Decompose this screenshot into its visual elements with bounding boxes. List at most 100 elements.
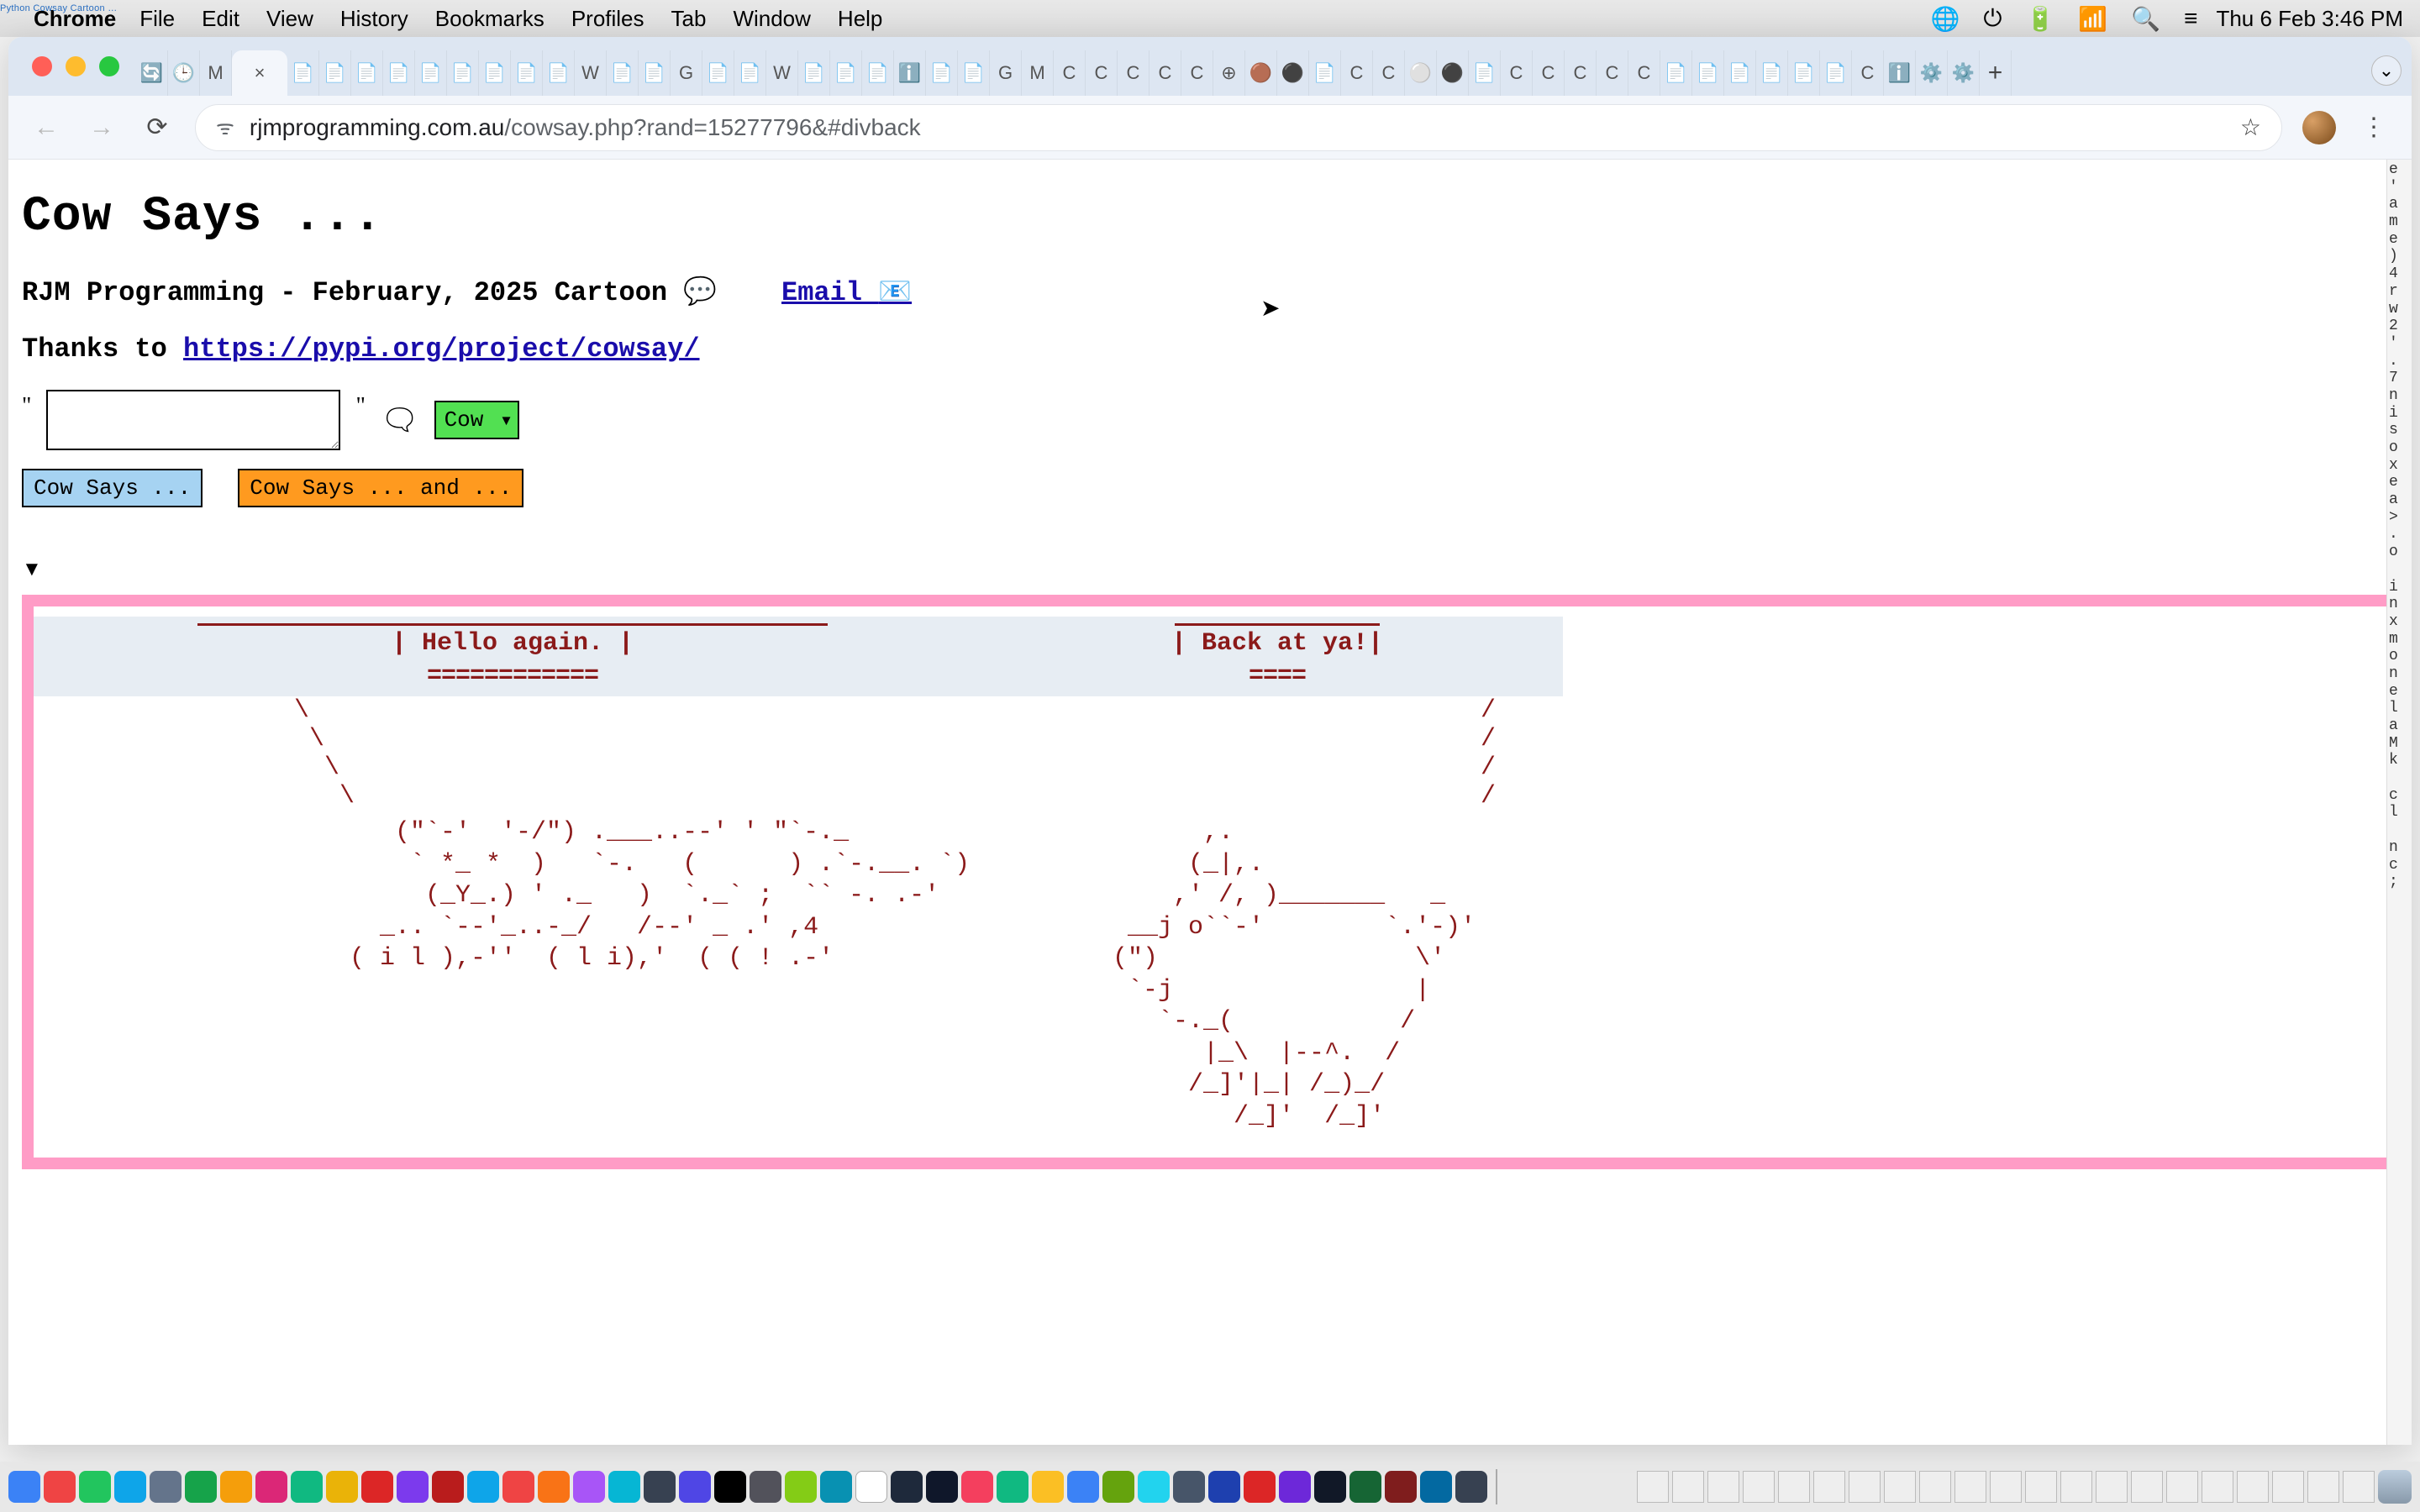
dock-minimized-window[interactable]: [2025, 1471, 2057, 1503]
tab-item[interactable]: 📄: [287, 50, 319, 96]
menu-history[interactable]: History: [340, 6, 408, 32]
dock-app-icon[interactable]: [44, 1471, 76, 1503]
tab-pinned[interactable]: 🕒: [168, 50, 200, 96]
dock-finder-icon[interactable]: [8, 1471, 40, 1503]
tab-item[interactable]: 📄: [926, 50, 958, 96]
details-disclosure[interactable]: ▼: [22, 558, 2398, 581]
dock-trash-icon[interactable]: [2378, 1470, 2412, 1504]
new-tab-button[interactable]: +: [1980, 50, 2012, 96]
dock-minimized-window[interactable]: [1954, 1471, 1986, 1503]
dock-app-icon[interactable]: [679, 1471, 711, 1503]
dock-minimized-window[interactable]: [2237, 1471, 2269, 1503]
dock-app-icon[interactable]: [467, 1471, 499, 1503]
dock-app-icon[interactable]: [502, 1471, 534, 1503]
tab-item[interactable]: C: [1054, 50, 1086, 96]
cow-says-and-button[interactable]: Cow Says ... and ...: [238, 469, 523, 507]
dock-minimized-window[interactable]: [2202, 1471, 2233, 1503]
dock-app-icon[interactable]: [1314, 1471, 1346, 1503]
dock-app-icon[interactable]: [397, 1471, 429, 1503]
menu-view[interactable]: View: [266, 6, 313, 32]
dock-minimized-window[interactable]: [2343, 1471, 2375, 1503]
dock-minimized-window[interactable]: [2096, 1471, 2128, 1503]
tab-item[interactable]: C: [1597, 50, 1628, 96]
dock-minimized-window[interactable]: [2060, 1471, 2092, 1503]
dock-app-icon[interactable]: [961, 1471, 993, 1503]
tab-item[interactable]: C: [1150, 50, 1181, 96]
tab-item[interactable]: 📄: [734, 50, 766, 96]
minimize-window-button[interactable]: [66, 56, 86, 76]
tab-item[interactable]: C: [1501, 50, 1533, 96]
tab-item[interactable]: C: [1341, 50, 1373, 96]
menubar-clock[interactable]: Thu 6 Feb 3:46 PM: [2216, 6, 2403, 32]
dock-app-icon[interactable]: [644, 1471, 676, 1503]
dock-app-icon[interactable]: [1102, 1471, 1134, 1503]
tab-item[interactable]: ⚪: [1405, 50, 1437, 96]
dock-app-icon[interactable]: [855, 1471, 887, 1503]
dock-minimized-window[interactable]: [1884, 1471, 1916, 1503]
tab-item[interactable]: M: [1022, 50, 1054, 96]
speech-icon[interactable]: 🗨: [381, 402, 419, 438]
dock-app-icon[interactable]: [1173, 1471, 1205, 1503]
message-textarea[interactable]: [46, 390, 340, 450]
menu-file[interactable]: File: [139, 6, 175, 32]
tab-item[interactable]: ⚙️: [1948, 50, 1980, 96]
dock-app-icon[interactable]: [255, 1471, 287, 1503]
tab-item[interactable]: ⚫: [1437, 50, 1469, 96]
tab-item[interactable]: C: [1373, 50, 1405, 96]
tab-active[interactable]: ×: [232, 50, 287, 96]
dock-app-icon[interactable]: [785, 1471, 817, 1503]
tab-item[interactable]: ⊕: [1213, 50, 1245, 96]
dock-minimized-window[interactable]: [2272, 1471, 2304, 1503]
spotlight-icon[interactable]: 🔍: [2131, 5, 2160, 33]
tab-item[interactable]: 📄: [415, 50, 447, 96]
dock-minimized-window[interactable]: [1990, 1471, 2022, 1503]
dock-app-icon[interactable]: [1208, 1471, 1240, 1503]
tab-item[interactable]: 📄: [351, 50, 383, 96]
tab-item[interactable]: C: [1086, 50, 1118, 96]
tab-item[interactable]: 📄: [447, 50, 479, 96]
tab-item[interactable]: W: [766, 50, 798, 96]
dock-app-icon[interactable]: [750, 1471, 781, 1503]
dock-minimized-window[interactable]: [1919, 1471, 1951, 1503]
dock-app-icon[interactable]: [150, 1471, 182, 1503]
tab-item[interactable]: 📄: [383, 50, 415, 96]
dock-app-icon[interactable]: [538, 1471, 570, 1503]
tab-item[interactable]: C: [1628, 50, 1660, 96]
tab-item[interactable]: 📄: [862, 50, 894, 96]
chrome-menu-button[interactable]: ⋮: [2356, 110, 2391, 145]
tab-item[interactable]: 📄: [830, 50, 862, 96]
dock-app-icon[interactable]: [820, 1471, 852, 1503]
reload-button[interactable]: ⟳: [139, 110, 175, 145]
tab-item[interactable]: 📄: [1788, 50, 1820, 96]
app-menu[interactable]: Chrome: [34, 6, 116, 32]
tab-item[interactable]: ℹ️: [894, 50, 926, 96]
tab-item[interactable]: 📄: [702, 50, 734, 96]
dock-minimized-window[interactable]: [2131, 1471, 2163, 1503]
dock-app-icon[interactable]: [1032, 1471, 1064, 1503]
dock-app-icon[interactable]: [291, 1471, 323, 1503]
tab-item[interactable]: ⚫: [1277, 50, 1309, 96]
bookmark-star-icon[interactable]: ☆: [2240, 113, 2261, 141]
tab-item[interactable]: 📄: [1469, 50, 1501, 96]
dock-app-icon[interactable]: [185, 1471, 217, 1503]
tab-pinned[interactable]: 🔄: [136, 50, 168, 96]
tab-item[interactable]: 📄: [1660, 50, 1692, 96]
tab-item[interactable]: C: [1565, 50, 1597, 96]
dock-app-icon[interactable]: [114, 1471, 146, 1503]
dock-app-icon[interactable]: [1279, 1471, 1311, 1503]
battery-icon[interactable]: 🔋: [2025, 5, 2054, 33]
dock-app-icon[interactable]: [1349, 1471, 1381, 1503]
dock-app-icon[interactable]: [714, 1471, 746, 1503]
tab-item[interactable]: 📄: [607, 50, 639, 96]
dock-app-icon[interactable]: [79, 1471, 111, 1503]
close-tab-icon[interactable]: ×: [249, 62, 271, 84]
back-button[interactable]: ←: [29, 110, 64, 145]
character-select[interactable]: Cow: [434, 401, 519, 439]
dock-app-icon[interactable]: [1385, 1471, 1417, 1503]
tab-item[interactable]: 📄: [1724, 50, 1756, 96]
menu-help[interactable]: Help: [838, 6, 882, 32]
profile-avatar[interactable]: [2302, 111, 2336, 144]
dock-app-icon[interactable]: [997, 1471, 1028, 1503]
menu-window[interactable]: Window: [733, 6, 810, 32]
tab-item[interactable]: 📄: [1692, 50, 1724, 96]
